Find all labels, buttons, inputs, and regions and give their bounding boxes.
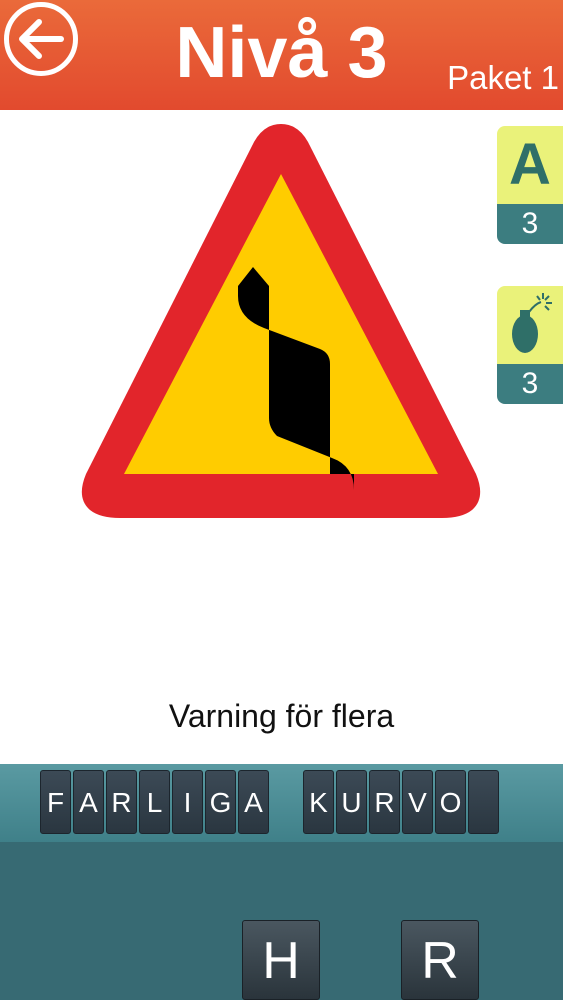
bomb-hint-button[interactable]: 3 <box>497 286 563 404</box>
header-bar: Nivå 3 Paket 1 <box>0 0 563 110</box>
answer-bar: F A R L I G A K U R V O <box>0 764 563 842</box>
reveal-letter-icon: A <box>509 132 551 197</box>
answer-slot[interactable]: K <box>303 770 334 834</box>
answer-slot[interactable]: V <box>402 770 433 834</box>
answer-slot[interactable]: F <box>40 770 71 834</box>
answer-slot[interactable]: R <box>369 770 400 834</box>
bomb-icon <box>512 293 552 353</box>
sign-image-area <box>0 110 563 670</box>
bomb-count: 3 <box>497 364 563 404</box>
letter-key[interactable]: H <box>242 920 320 1000</box>
reveal-letter-count: 3 <box>497 204 563 244</box>
warning-multiple-curves-sign <box>81 124 481 518</box>
answer-slot[interactable]: I <box>172 770 203 834</box>
answer-slot[interactable]: A <box>238 770 269 834</box>
answer-slot[interactable]: O <box>435 770 466 834</box>
answer-slot[interactable]: U <box>336 770 367 834</box>
answer-slot-empty[interactable] <box>468 770 499 834</box>
answer-slot[interactable]: R <box>106 770 137 834</box>
pack-label: Paket 1 <box>447 59 559 96</box>
answer-slot[interactable]: L <box>139 770 170 834</box>
letter-key[interactable]: R <box>401 920 479 1000</box>
answer-slot[interactable]: A <box>73 770 104 834</box>
reveal-letter-hint-button[interactable]: A 3 <box>497 126 563 244</box>
letter-tray: H R <box>0 842 563 1000</box>
clue-text: Varning för flera <box>168 698 395 734</box>
answer-slot[interactable]: G <box>205 770 236 834</box>
